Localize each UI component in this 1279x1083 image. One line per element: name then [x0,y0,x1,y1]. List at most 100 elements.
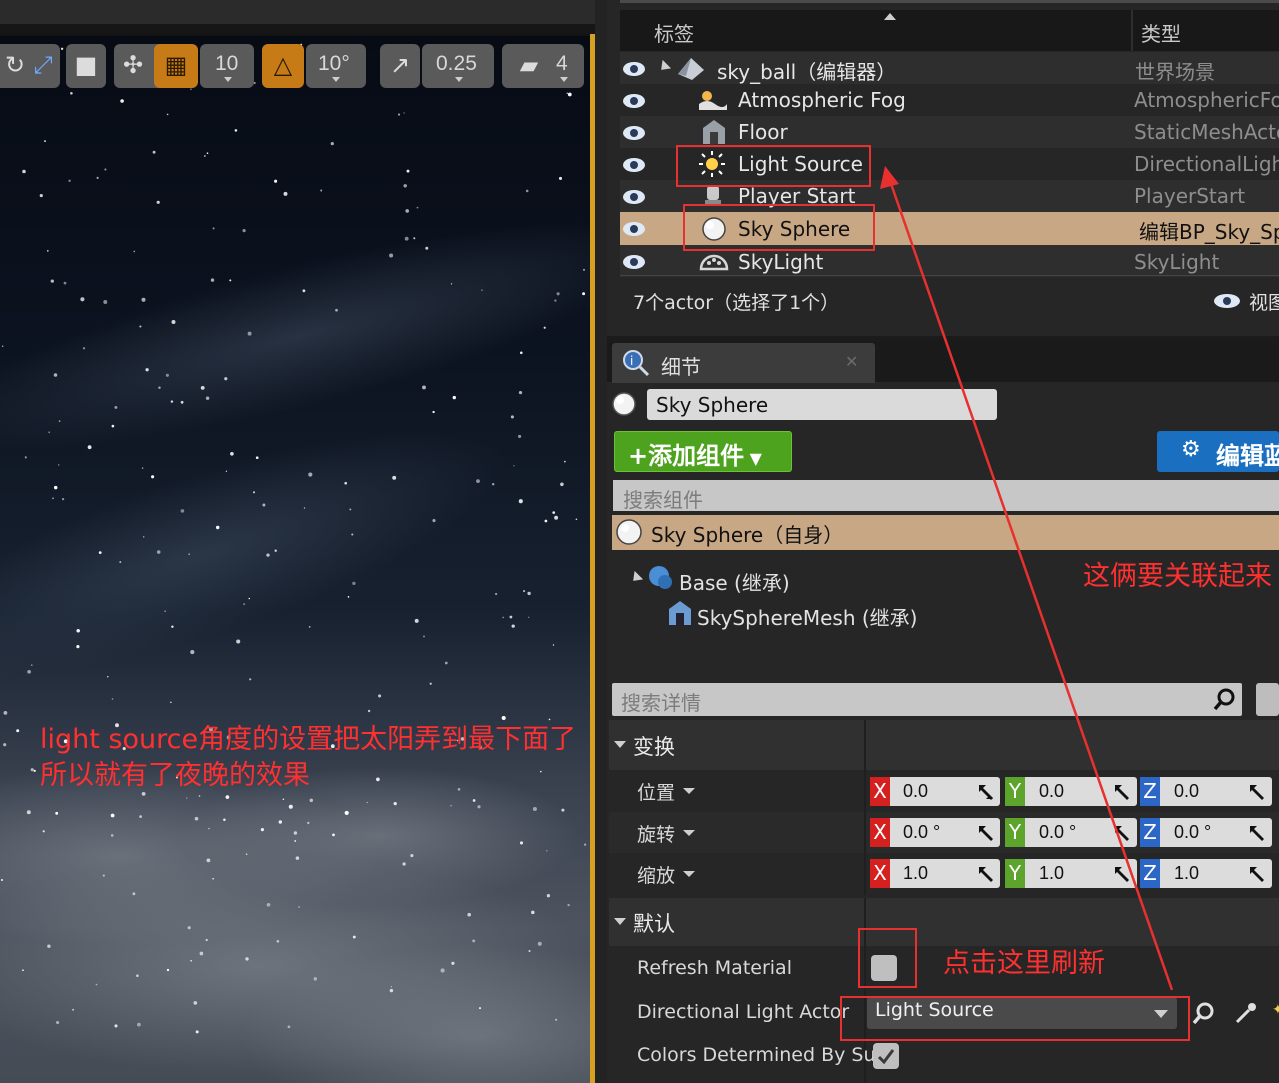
star-dot [352,935,356,939]
panel-divider[interactable] [595,0,607,1083]
star-dot [205,396,210,400]
star-dot [247,331,252,336]
star-dot [200,385,205,390]
add-component-text: 添加组件 [648,442,745,470]
star-dot [245,853,248,856]
rotation-x-value: 0.0 ° [903,822,941,842]
night-effect-annotation: light source角度的设置把太阳弄到最下面了 所以就有了夜晚的效果 [40,722,576,794]
static-mesh-icon [669,601,691,625]
visibility-eye-icon[interactable] [621,120,647,146]
component-base-label[interactable]: Base (继承) [679,567,790,596]
star-dot [481,289,483,291]
star-dot [554,515,559,520]
star-dot [212,877,214,880]
eyedropper-icon[interactable] [1233,1000,1259,1026]
star-dot [422,385,426,390]
axis-x-tag: X [870,818,890,847]
star-dot [566,92,569,95]
reset-star-icon[interactable]: ✦ [1272,1002,1279,1018]
mesh-icon [703,120,725,144]
night-sky-scene[interactable] [0,36,592,1083]
drag-arrow-icon[interactable] [1248,783,1266,801]
transform-section-header[interactable] [609,720,1279,770]
star-dot [119,561,122,564]
star-dot [511,624,515,628]
fog-icon [699,91,727,110]
annotation-box-refresh [858,928,917,988]
annotation-box-directional-light [840,996,1190,1041]
scale-z-value: 1.0 [1174,863,1200,883]
property-matrix-button[interactable] [1256,683,1279,716]
star-dot [190,88,192,90]
gears-icon: ⚙ [1181,437,1201,462]
drag-arrow-icon[interactable] [1113,824,1131,842]
star-dot [266,553,270,557]
close-icon[interactable]: ✕ [845,352,858,371]
star-dot [294,840,297,842]
visibility-eye-icon[interactable] [621,152,647,178]
star-dot [110,834,114,837]
annotation-box-sky-sphere [683,204,875,251]
world-cube-icon: ■ [74,51,98,79]
world-icon [678,58,704,80]
drag-arrow-icon[interactable] [977,865,995,883]
rotate-icon[interactable]: ↻ [0,50,30,80]
drag-arrow-icon[interactable] [1113,865,1131,883]
edit-blueprint-label: 编辑蓝图 [1216,442,1279,470]
star-dot [225,470,228,472]
column-divider[interactable] [1131,10,1133,51]
star-dot [156,200,160,204]
property-splitter[interactable] [864,720,866,895]
visibility-eye-icon[interactable] [621,184,647,210]
star-dot [332,833,335,837]
visibility-eye-icon[interactable] [621,56,647,82]
search-details-input[interactable] [612,683,1242,716]
drag-arrow-icon[interactable] [1248,824,1266,842]
star-dot [252,491,256,494]
star-dot [582,292,586,296]
column-header-type[interactable]: 类型 [1141,18,1181,47]
star-dot [425,246,429,250]
level-viewport[interactable]: ↻ ⤢ ■ ✣ ▦ 10 △ 10° ↗ 0.25 ▰ 4 light sour… [0,0,600,1083]
star-dot [142,536,145,538]
star-dot [414,618,419,623]
star-dot [403,112,405,114]
star-dot [560,482,564,487]
chevron-down-icon[interactable] [683,788,695,794]
column-header-label[interactable]: 标签 [654,18,694,47]
star-dot [423,635,425,638]
star-dot [27,669,31,674]
component-mesh-label[interactable]: SkySphereMesh (继承) [697,602,917,631]
search-icon[interactable] [1212,686,1238,712]
view-options-button[interactable]: 视图选项 [1212,287,1279,315]
star-dot [225,795,230,799]
drag-arrow-icon[interactable] [977,783,995,801]
star-dot [133,250,136,253]
star-dot [564,460,566,463]
visibility-eye-icon[interactable] [621,249,647,275]
details-tab[interactable] [612,343,875,383]
chevron-down-icon[interactable] [683,871,695,877]
drag-arrow-icon[interactable] [977,824,995,842]
axis-x-tag: X [870,859,890,888]
star-dot [206,858,211,863]
star-dot [58,420,61,422]
drag-arrow-icon[interactable] [1113,783,1131,801]
drag-arrow-icon[interactable] [1248,865,1266,883]
browse-magnifier-icon[interactable] [1191,1000,1217,1026]
star-dot [56,1020,60,1025]
visibility-eye-icon[interactable] [621,88,647,114]
colors-by-sun-label: Colors Determined By Sun [637,1044,888,1066]
chevron-down-icon[interactable] [683,830,695,836]
star-dot [98,551,102,554]
star-dot [478,1007,482,1010]
star-dot [518,499,523,504]
scale-snap-caret [455,77,463,82]
star-dot [46,250,49,252]
search-components-input[interactable] [613,480,1279,511]
row-label: Atmospheric Fog [738,88,906,112]
star-dot [107,675,109,678]
default-section-header[interactable] [609,898,1279,946]
visibility-eye-icon[interactable] [621,216,647,242]
scale-tool-icon[interactable]: ⤢ [28,50,58,80]
